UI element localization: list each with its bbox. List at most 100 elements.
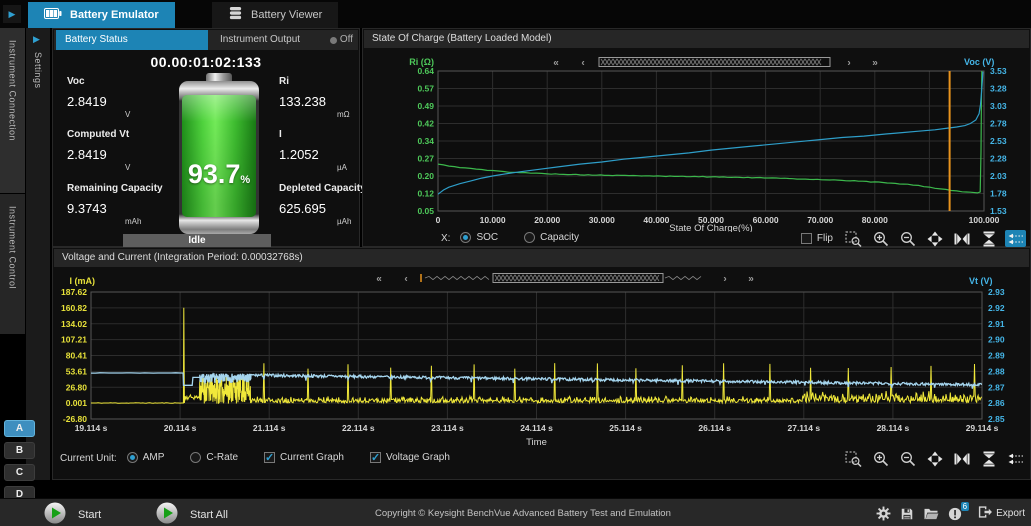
radio-indicator[interactable] [127, 452, 138, 463]
cb-indicator[interactable] [370, 452, 381, 463]
track-latest-icon[interactable] [1005, 450, 1026, 467]
start-all-label: Start All [190, 509, 228, 521]
soc-radio[interactable]: SOC [460, 232, 498, 243]
channel-button-a[interactable]: A [4, 420, 35, 437]
cb-indicator[interactable] [264, 452, 275, 463]
channel-button-b[interactable]: B [4, 442, 35, 459]
radio-indicator[interactable] [190, 452, 201, 463]
box-zoom-icon[interactable] [843, 230, 864, 247]
zoom-in-icon[interactable] [870, 450, 891, 467]
export-label: Export [996, 508, 1025, 519]
expand-arrow-icon[interactable]: ▶ [33, 34, 40, 45]
vi-scrollbar[interactable]: «‹›» [376, 274, 754, 285]
battery-icon [44, 8, 62, 22]
fit-all-icon[interactable] [924, 230, 945, 247]
current-graph-cb[interactable]: Current Graph [264, 452, 344, 463]
svg-text:27.114 s: 27.114 s [787, 423, 820, 433]
vi-chart[interactable]: 187.622.93160.822.92134.022.91107.212.90… [53, 267, 1030, 450]
svg-text:80.41: 80.41 [66, 351, 88, 361]
alert-icon[interactable]: 6 [948, 507, 962, 521]
svg-text:0.64: 0.64 [417, 66, 434, 76]
export-button[interactable]: Export [977, 505, 1025, 522]
svg-text:0.49: 0.49 [417, 101, 434, 111]
output-state-toggle[interactable]: Off [330, 30, 353, 50]
copyright-text: Copyright © Keysight BenchVue Advanced B… [375, 508, 671, 519]
svg-text:30.000: 30.000 [589, 215, 615, 225]
vi-control-row: Current Unit: AMP C-Rate Current Graph Vol… [53, 450, 1030, 467]
run-state-badge[interactable]: Idle [123, 234, 271, 248]
gear-icon[interactable] [876, 506, 891, 521]
svg-text:›: › [723, 274, 726, 285]
radio-indicator[interactable] [460, 232, 471, 243]
sidebar-item-instrument-control[interactable]: Instrument Control [0, 194, 25, 334]
svg-text:28.114 s: 28.114 s [877, 423, 910, 433]
x-axis-radio-group: SOC Capacity [460, 232, 605, 246]
tab-battery-status[interactable]: Battery Status [56, 30, 208, 50]
box-zoom-icon[interactable] [843, 450, 864, 467]
zoom-out-icon[interactable] [897, 450, 918, 467]
svg-text:134.02: 134.02 [61, 319, 87, 329]
svg-text:2.92: 2.92 [988, 303, 1005, 313]
sidebar-item-instrument-connection[interactable]: Instrument Connection [0, 28, 25, 193]
x-axis-option-label: X: [441, 233, 450, 244]
channel-selector: ABCD [4, 420, 37, 508]
tab-battery-emulator[interactable]: Battery Emulator [28, 2, 175, 28]
option-label: Voltage Graph [386, 452, 450, 463]
settings-label: Settings [33, 52, 43, 89]
battery-charge-fill [182, 95, 256, 217]
tab-battery-viewer[interactable]: Battery Viewer [212, 2, 338, 28]
option-label: SOC [476, 232, 498, 243]
zoom-toolbar [837, 230, 1026, 247]
metric-voc: Voc 2.8419 V [67, 76, 187, 119]
zoom-out-icon[interactable] [897, 230, 918, 247]
option-label: Capacity [540, 232, 579, 243]
fit-vertical-icon[interactable] [978, 450, 999, 467]
svg-text:›: › [847, 58, 850, 69]
open-folder-icon[interactable] [923, 507, 939, 520]
svg-text:0.42: 0.42 [417, 119, 434, 129]
channel-button-c[interactable]: C [4, 464, 35, 481]
soc-chart[interactable]: 0.643.530.573.280.493.030.422.780.342.53… [363, 49, 1030, 232]
svg-text:Time: Time [526, 437, 547, 448]
c-rate-radio[interactable]: C-Rate [190, 452, 238, 463]
start-button[interactable]: Start [44, 502, 101, 526]
collapse-arrow-icon[interactable]: ▶ [3, 5, 21, 23]
fit-all-icon[interactable] [924, 450, 945, 467]
metric-computed-vt: Computed Vt 2.8419 V [67, 129, 187, 172]
fit-horizontal-icon[interactable] [951, 230, 972, 247]
svg-text:Ri (Ω): Ri (Ω) [409, 57, 434, 67]
amp-radio[interactable]: AMP [127, 452, 165, 463]
svg-text:22.114 s: 22.114 s [342, 423, 375, 433]
metric-value: 2.8419 [67, 94, 187, 109]
svg-text:20.114 s: 20.114 s [164, 423, 197, 433]
notification-badge: 6 [961, 502, 969, 511]
battery-gauge: 93.7% [179, 73, 259, 234]
metric-label: Remaining Capacity [67, 183, 187, 194]
flip-checkbox-box[interactable] [801, 233, 812, 244]
settings-collapsed-pane[interactable]: ▶ Settings [26, 28, 50, 480]
svg-text:2.87: 2.87 [988, 382, 1005, 392]
svg-text:2.91: 2.91 [988, 319, 1005, 329]
footer-bar: Start Start All Copyright © Keysight Ben… [0, 498, 1031, 526]
current-unit-label: Current Unit: [60, 453, 117, 464]
battery-emulator-app: ▶ Battery Emulator Battery Viewer Instru… [0, 0, 1031, 526]
svg-text:‹: ‹ [581, 58, 584, 69]
flip-checkbox[interactable]: Flip [801, 233, 833, 244]
svg-text:I (mA): I (mA) [70, 276, 96, 286]
svg-text:3.53: 3.53 [990, 66, 1007, 76]
capacity-radio[interactable]: Capacity [524, 232, 579, 243]
start-all-button[interactable]: Start All [156, 502, 228, 526]
fit-vertical-icon[interactable] [978, 230, 999, 247]
soc-scrollbar[interactable]: «‹›» [553, 58, 878, 69]
vi-chart-toolbar [837, 450, 1026, 467]
voltage-graph-cb[interactable]: Voltage Graph [370, 452, 450, 463]
save-icon[interactable] [900, 507, 914, 521]
zoom-in-icon[interactable] [870, 230, 891, 247]
export-icon [977, 505, 992, 522]
battery-body [179, 81, 259, 234]
fit-horizontal-icon[interactable] [951, 450, 972, 467]
metric-unit: mAh [125, 217, 187, 226]
svg-text:»: » [872, 58, 878, 69]
radio-indicator[interactable] [524, 232, 535, 243]
track-latest-icon[interactable] [1005, 230, 1026, 247]
